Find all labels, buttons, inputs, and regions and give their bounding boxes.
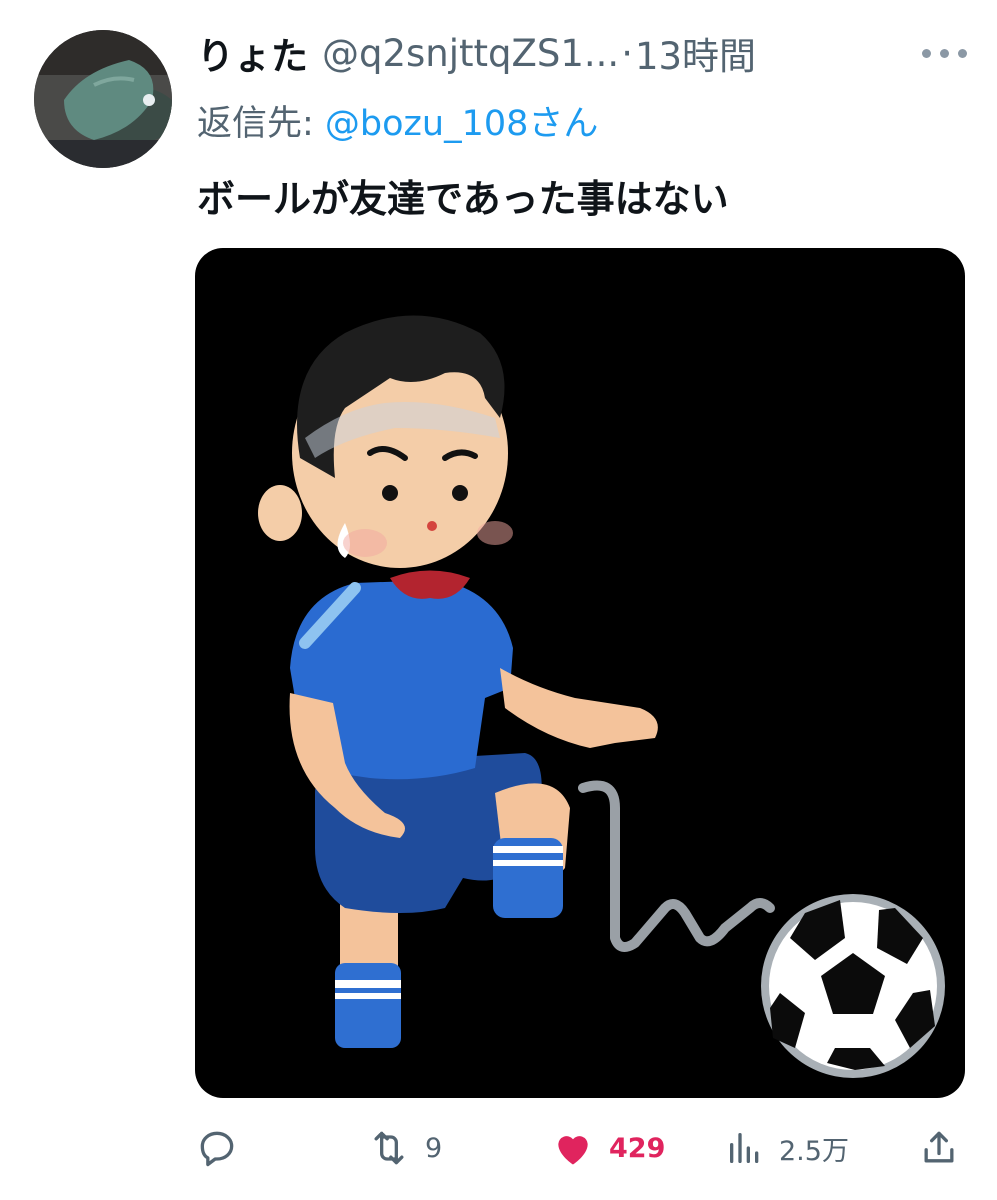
reply-icon <box>195 1126 239 1170</box>
views-button[interactable]: 2.5万 <box>725 1120 849 1176</box>
avatar-image <box>34 30 172 168</box>
tweet-header: りょた @q2snjttqZS1... · 13時間 <box>197 28 967 78</box>
soccer-ball-icon <box>761 894 945 1078</box>
retweet-count: 9 <box>425 1132 443 1164</box>
soccer-boy-illustration <box>258 315 945 1078</box>
heart-icon <box>551 1126 595 1170</box>
views-icon <box>725 1126 765 1170</box>
views-count: 2.5万 <box>779 1135 849 1167</box>
more-options-icon[interactable] <box>907 43 967 63</box>
avatar[interactable] <box>34 30 172 168</box>
reply-to-line: 返信先: @bozu_108さん <box>197 95 598 146</box>
reply-button[interactable] <box>195 1120 239 1176</box>
tweet-actions-bar: 9 429 2.5万 <box>195 1120 965 1176</box>
timestamp[interactable]: 13時間 <box>635 26 756 80</box>
reply-prefix: 返信先: <box>197 104 325 144</box>
tweet-text: ボールが友達であった事はない <box>197 177 729 221</box>
display-name[interactable]: りょた <box>197 26 308 80</box>
tweet-media-image[interactable] <box>195 248 965 1098</box>
like-count: 429 <box>609 1132 666 1164</box>
like-button[interactable]: 429 <box>551 1120 665 1176</box>
reply-mention-link[interactable]: @bozu_108さん <box>325 104 599 144</box>
retweet-icon <box>367 1126 411 1170</box>
share-icon <box>917 1126 961 1170</box>
share-button[interactable] <box>917 1120 961 1176</box>
separator-dot: · <box>621 31 633 75</box>
user-handle[interactable]: @q2snjttqZS1... <box>322 32 619 75</box>
retweet-button[interactable]: 9 <box>367 1120 442 1176</box>
